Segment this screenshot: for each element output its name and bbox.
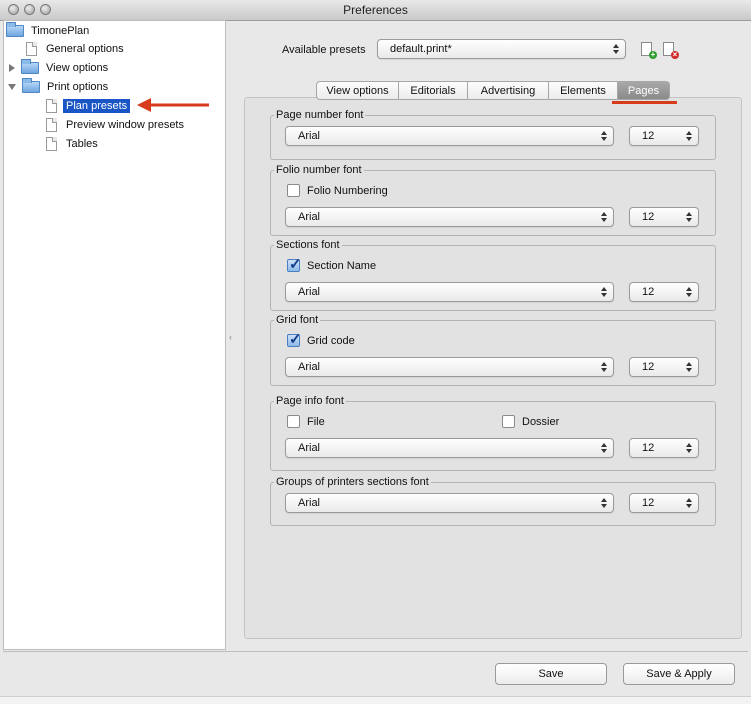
tree-item-view-options[interactable]: View options bbox=[9, 59, 111, 77]
chevron-updown-icon bbox=[601, 441, 607, 455]
section-name-checkbox[interactable]: ✓ bbox=[287, 256, 302, 273]
size-value: 12 bbox=[642, 286, 655, 298]
tree-item-tables[interactable]: Tables bbox=[46, 135, 101, 153]
chevron-updown-icon bbox=[686, 360, 692, 374]
splitter-handle[interactable]: ‹ bbox=[229, 332, 232, 342]
folio-numbering-checkbox[interactable] bbox=[287, 184, 300, 197]
dossier-checkbox[interactable] bbox=[502, 415, 515, 428]
chevron-updown-icon bbox=[601, 360, 607, 374]
footer-divider bbox=[3, 651, 748, 652]
chevron-updown-icon bbox=[601, 496, 607, 510]
chevron-updown-icon bbox=[601, 129, 607, 143]
font-value: Arial bbox=[298, 442, 321, 454]
tree-item-label: Plan presets bbox=[63, 99, 131, 113]
tree-item-root[interactable]: TimonePlan bbox=[6, 22, 92, 40]
sections-font-select[interactable]: Arial bbox=[285, 282, 614, 302]
printers-sections-size-select[interactable]: 12 bbox=[629, 493, 699, 513]
tree-item-label: Preview window presets bbox=[66, 119, 184, 131]
tree-item-label: TimonePlan bbox=[31, 25, 90, 37]
document-icon bbox=[26, 42, 37, 56]
remove-preset-icon[interactable]: × bbox=[663, 42, 679, 59]
chevron-updown-icon bbox=[686, 496, 692, 510]
printers-sections-font-select[interactable]: Arial bbox=[285, 493, 614, 513]
chevron-updown-icon bbox=[601, 210, 607, 224]
tree-item-general-options[interactable]: General options bbox=[26, 40, 127, 58]
tab-view-options[interactable]: View options bbox=[316, 81, 399, 100]
document-icon bbox=[46, 118, 57, 132]
annotation-arrow-icon bbox=[137, 98, 209, 112]
tree-item-preview-window-presets[interactable]: Preview window presets bbox=[46, 116, 187, 134]
document-icon bbox=[46, 137, 57, 151]
grid-code-checkbox[interactable]: ✓ bbox=[287, 331, 302, 348]
folio-numbering-label: Folio Numbering bbox=[307, 185, 388, 197]
font-value: Arial bbox=[298, 211, 321, 223]
window-titlebar: Preferences bbox=[0, 0, 751, 21]
checkmark-icon: ✓ bbox=[289, 256, 302, 273]
chevron-updown-icon bbox=[601, 285, 607, 299]
save-button[interactable]: Save bbox=[495, 663, 607, 685]
disclosure-right-icon[interactable] bbox=[9, 64, 15, 72]
preferences-tree: TimonePlan General options View options … bbox=[3, 20, 226, 650]
dossier-label: Dossier bbox=[522, 416, 560, 428]
chevron-updown-icon bbox=[686, 210, 692, 224]
folder-icon bbox=[21, 59, 39, 74]
tree-item-label: Tables bbox=[66, 138, 98, 150]
presets-select-value: default.print* bbox=[390, 43, 452, 55]
font-value: Arial bbox=[298, 361, 321, 373]
folio-number-font-select[interactable]: Arial bbox=[285, 207, 614, 227]
save-apply-button[interactable]: Save & Apply bbox=[623, 663, 735, 685]
folder-icon bbox=[6, 22, 24, 37]
annotation-underline bbox=[612, 101, 677, 104]
file-checkbox[interactable] bbox=[287, 415, 300, 428]
add-preset-icon[interactable]: + bbox=[641, 42, 657, 59]
presets-select[interactable]: default.print* bbox=[377, 39, 626, 59]
folio-number-size-select[interactable]: 12 bbox=[629, 207, 699, 227]
file-label: File bbox=[307, 416, 325, 428]
available-presets-label: Available presets bbox=[282, 44, 366, 56]
folder-icon bbox=[22, 78, 40, 93]
tab-pages[interactable]: Pages bbox=[618, 81, 670, 100]
tree-item-plan-presets[interactable]: Plan presets bbox=[46, 97, 131, 115]
chevron-updown-icon bbox=[686, 285, 692, 299]
grid-code-label: Grid code bbox=[307, 335, 355, 347]
tree-item-label: General options bbox=[46, 43, 124, 55]
size-value: 12 bbox=[642, 361, 655, 373]
grid-font-select[interactable]: Arial bbox=[285, 357, 614, 377]
font-value: Arial bbox=[298, 286, 321, 298]
size-value: 12 bbox=[642, 211, 655, 223]
chevron-updown-icon bbox=[686, 129, 692, 143]
tree-item-print-options[interactable]: Print options bbox=[8, 78, 111, 96]
tab-editorials[interactable]: Editorials bbox=[399, 81, 468, 100]
chevron-updown-icon bbox=[613, 42, 619, 56]
checkmark-icon: ✓ bbox=[289, 331, 302, 348]
size-value: 12 bbox=[642, 130, 655, 142]
page-number-font-select[interactable]: Arial bbox=[285, 126, 614, 146]
tab-elements[interactable]: Elements bbox=[549, 81, 618, 100]
group-title: Grid font bbox=[274, 314, 321, 326]
page-info-font-group bbox=[270, 401, 716, 471]
size-value: 12 bbox=[642, 497, 655, 509]
sections-size-select[interactable]: 12 bbox=[629, 282, 699, 302]
chevron-updown-icon bbox=[686, 441, 692, 455]
group-title: Page number font bbox=[274, 109, 366, 121]
group-title: Groups of printers sections font bbox=[274, 476, 431, 488]
tab-advertising[interactable]: Advertising bbox=[468, 81, 549, 100]
tree-item-label: View options bbox=[46, 62, 109, 74]
document-icon bbox=[46, 99, 57, 113]
tree-item-label: Print options bbox=[47, 81, 109, 93]
preferences-tabs: View options Editorials Advertising Elem… bbox=[316, 81, 670, 101]
group-title: Sections font bbox=[274, 239, 342, 251]
grid-size-select[interactable]: 12 bbox=[629, 357, 699, 377]
font-value: Arial bbox=[298, 497, 321, 509]
page-info-size-select[interactable]: 12 bbox=[629, 438, 699, 458]
page-info-font-select[interactable]: Arial bbox=[285, 438, 614, 458]
disclosure-down-icon[interactable] bbox=[8, 84, 16, 90]
page-number-size-select[interactable]: 12 bbox=[629, 126, 699, 146]
group-title: Page info font bbox=[274, 395, 346, 407]
group-title: Folio number font bbox=[274, 164, 364, 176]
section-name-label: Section Name bbox=[307, 260, 377, 272]
font-value: Arial bbox=[298, 130, 321, 142]
window-title: Preferences bbox=[343, 3, 408, 17]
size-value: 12 bbox=[642, 442, 655, 454]
